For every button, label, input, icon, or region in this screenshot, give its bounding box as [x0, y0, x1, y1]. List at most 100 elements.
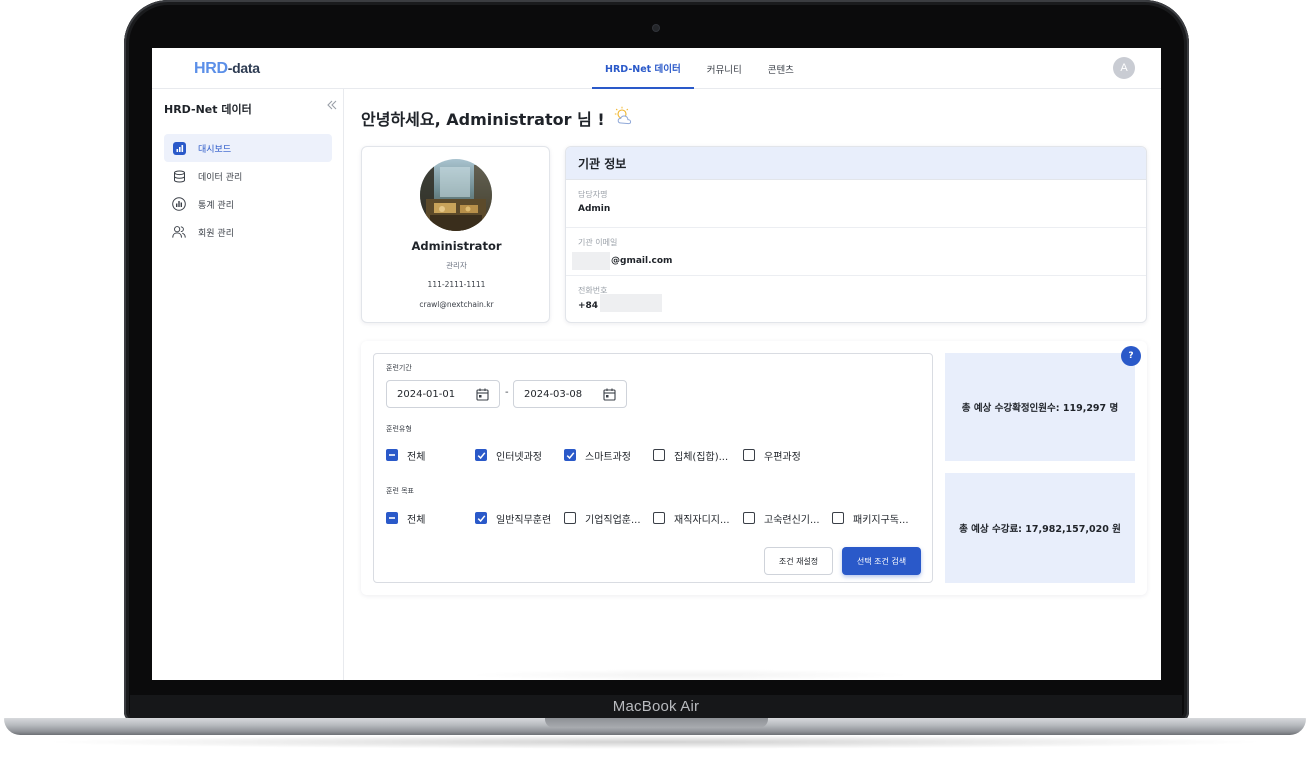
org-info-card: 기관 정보 담당자명 Admin 기관 이메일 @gmail.com 전화번호 …: [565, 146, 1147, 323]
checkbox-label: 인터넷과정: [496, 451, 542, 463]
checkmark-icon: [564, 449, 576, 461]
type-checkbox-group-training[interactable]: 집체(집합)...: [653, 446, 728, 464]
sidebar-item-data-management[interactable]: 데이터 관리: [164, 162, 332, 190]
checkbox-label: 전체: [407, 514, 426, 526]
screen: HRD-data HRD-Net 데이터 커뮤니티 콘텐츠 A HRD-Net …: [152, 48, 1161, 680]
expected-fee-stat: 총 예상 수강료: 17,982,157,020 원: [945, 473, 1135, 583]
checkbox-empty-icon: [653, 449, 665, 461]
bar-chart-icon: [172, 141, 186, 155]
nav-tabs: HRD-Net 데이터 커뮤니티 콘텐츠: [592, 48, 807, 89]
profile-email: crawl@nextchain.kr: [419, 300, 494, 309]
date-separator: -: [505, 387, 509, 398]
goal-checkbox-group: 전체 일반직무훈련 기업직업훈... 재직자디지... 고숙련신기... 패키지…: [386, 509, 926, 527]
redacted-block: [600, 294, 663, 312]
type-checkbox-mail[interactable]: 우편과정: [743, 446, 801, 464]
checkbox-label: 기업직업훈...: [585, 514, 641, 526]
calendar-icon[interactable]: [476, 388, 489, 404]
end-date-value: 2024-03-08: [524, 388, 583, 400]
goal-checkbox-advanced[interactable]: 고숙련신기...: [743, 509, 820, 527]
phone-value: +84: [578, 301, 599, 311]
tab-community[interactable]: 커뮤니티: [694, 48, 755, 89]
profile-role: 관리자: [446, 261, 467, 270]
main-content: 안녕하세요, Administrator 님 ! Administrator 관…: [345, 89, 1161, 680]
type-checkbox-internet[interactable]: 인터넷과정: [475, 446, 542, 464]
search-button[interactable]: 선택 조건 검색: [842, 547, 921, 575]
profile-phone: 111-2111-1111: [427, 280, 486, 289]
checkbox-empty-icon: [832, 512, 844, 524]
email-value: @gmail.com: [611, 256, 673, 266]
greeting-text: 안녕하세요, Administrator 님 !: [361, 110, 605, 129]
start-date-input[interactable]: 2024-01-01: [386, 380, 500, 408]
end-date-input[interactable]: 2024-03-08: [513, 380, 627, 408]
top-nav: HRD-data HRD-Net 데이터 커뮤니티 콘텐츠 A: [152, 48, 1161, 89]
logo[interactable]: HRD-data: [194, 60, 260, 78]
org-row-phone: 전화번호 +84: [566, 276, 1146, 322]
checkbox-label: 재직자디지...: [674, 514, 730, 526]
sidebar-item-statistics[interactable]: 통계 관리: [164, 190, 332, 218]
goal-checkbox-general[interactable]: 일반직무훈련: [475, 509, 551, 527]
reset-button[interactable]: 조건 재설정: [764, 547, 833, 575]
sidebar-item-label: 대시보드: [198, 144, 232, 155]
checkbox-label: 고숙련신기...: [764, 514, 820, 526]
double-chevron-left-icon[interactable]: [326, 99, 338, 114]
checkmark-icon: [475, 449, 487, 461]
manager-label: 담당자명: [578, 190, 608, 199]
checkbox-empty-icon: [743, 449, 755, 461]
logo-part-a: HRD: [194, 60, 228, 77]
laptop-notch: [545, 718, 768, 728]
calendar-icon[interactable]: [603, 388, 616, 404]
checkbox-label: 스마트과정: [585, 451, 631, 463]
sidebar-item-dashboard[interactable]: 대시보드: [164, 134, 332, 162]
goal-checkbox-corporate[interactable]: 기업직업훈...: [564, 509, 641, 527]
profile-name: Administrator: [411, 239, 502, 253]
expected-students-stat: 총 예상 수강확정인원수: 119,297 명: [945, 353, 1135, 461]
checkbox-label: 일반직무훈련: [496, 514, 552, 526]
filter-form: 훈련기간 2024-01-01 - 2024-03-08 훈련유형 전체 인터넷…: [373, 353, 933, 583]
device-label: MacBook Air: [612, 698, 700, 715]
checkbox-empty-icon: [653, 512, 665, 524]
type-checkbox-smart[interactable]: 스마트과정: [564, 446, 631, 464]
filter-panel: 훈련기간 2024-01-01 - 2024-03-08 훈련유형 전체 인터넷…: [361, 341, 1147, 595]
camera-icon: [653, 25, 659, 31]
email-label: 기관 이메일: [578, 238, 618, 247]
tab-hrd-net-data[interactable]: HRD-Net 데이터: [592, 48, 694, 89]
type-label: 훈련유형: [386, 425, 412, 433]
profile-card: Administrator 관리자 111-2111-1111 crawl@ne…: [361, 146, 550, 323]
sidebar-title: HRD-Net 데이터: [164, 103, 252, 116]
page-title: 안녕하세요, Administrator 님 !: [361, 106, 635, 130]
type-checkbox-group: 전체 인터넷과정 스마트과정 집체(집합)... 우편과정: [386, 446, 926, 464]
indeterminate-icon: [386, 512, 398, 524]
sidebar: HRD-Net 데이터 대시보드 데이터 관리 통계 관리 회원 관리: [152, 89, 344, 680]
goal-checkbox-all[interactable]: 전체: [386, 509, 425, 527]
checkbox-label: 패키지구독...: [853, 514, 909, 526]
checkbox-label: 집체(집합)...: [674, 451, 729, 463]
users-icon: [172, 225, 186, 239]
indeterminate-icon: [386, 449, 398, 461]
tab-contents[interactable]: 콘텐츠: [755, 48, 807, 89]
checkbox-label: 우편과정: [764, 451, 801, 463]
org-row-manager: 담당자명 Admin: [566, 180, 1146, 228]
goal-label: 훈련 목표: [386, 487, 414, 495]
goal-checkbox-package[interactable]: 패키지구독...: [832, 509, 909, 527]
sidebar-item-label: 데이터 관리: [198, 172, 243, 183]
sun-cloud-icon: [613, 106, 635, 130]
sidebar-menu: 대시보드 데이터 관리 통계 관리 회원 관리: [164, 134, 332, 246]
redacted-block: [572, 252, 610, 270]
org-row-email: 기관 이메일 @gmail.com: [566, 228, 1146, 276]
type-checkbox-all[interactable]: 전체: [386, 446, 425, 464]
start-date-value: 2024-01-01: [397, 388, 456, 400]
laptop-shadow: [40, 735, 1270, 749]
sidebar-item-label: 통계 관리: [198, 200, 234, 211]
checkbox-empty-icon: [564, 512, 576, 524]
logo-part-b: -data: [227, 60, 260, 76]
help-button[interactable]: ?: [1121, 346, 1141, 366]
period-label: 훈련기간: [386, 364, 412, 372]
checkbox-empty-icon: [743, 512, 755, 524]
goal-checkbox-digital[interactable]: 재직자디지...: [653, 509, 730, 527]
checkbox-label: 전체: [407, 451, 426, 463]
database-icon: [172, 169, 186, 183]
sidebar-item-members[interactable]: 회원 관리: [164, 218, 332, 246]
profile-photo: [420, 159, 492, 231]
bottom-fade: [465, 669, 915, 680]
avatar[interactable]: A: [1113, 57, 1135, 79]
